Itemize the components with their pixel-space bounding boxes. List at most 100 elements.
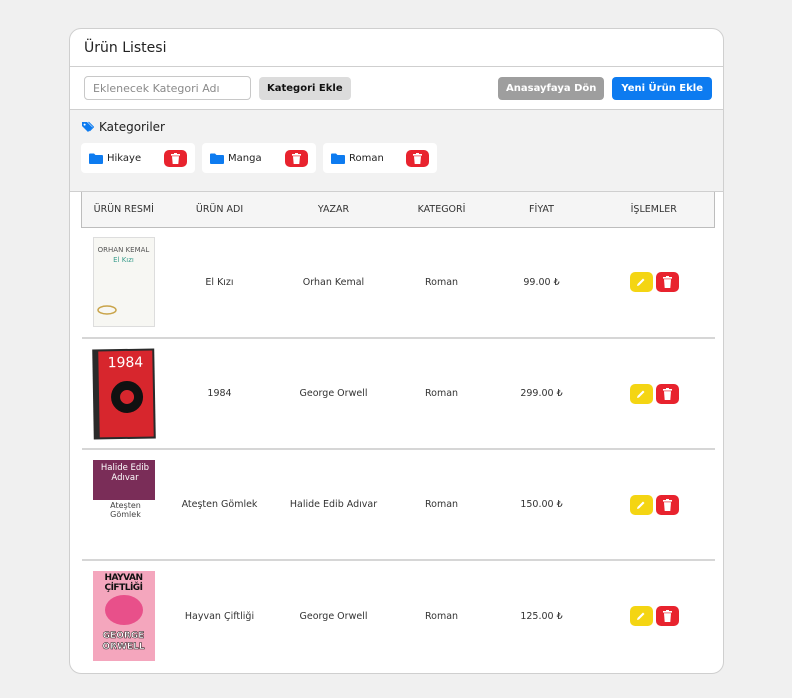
toolbar: Kategori Ekle Anasayfaya Dön Yeni Ürün E… [70, 67, 723, 110]
product-image-cell: HAYVAN ÇİFTLİĞİ GEORGE ORWELL [82, 560, 166, 671]
trash-icon [413, 152, 422, 164]
pencil-icon [637, 612, 645, 620]
product-table-wrapper: ÜRÜN RESMİ ÜRÜN ADI YAZAR KATEGORİ FİYAT… [70, 192, 723, 671]
delete-category-button[interactable] [285, 149, 308, 167]
cover-front: 1984 [97, 350, 154, 437]
product-category: Roman [393, 449, 490, 561]
actions-cell [594, 560, 715, 671]
product-name: Hayvan Çiftliği [184, 610, 255, 622]
product-author: George Orwell [273, 338, 394, 450]
column-header: ÜRÜN ADI [165, 192, 274, 228]
delete-button[interactable] [655, 494, 679, 515]
delete-button[interactable] [655, 606, 679, 626]
product-price: 299.00 ₺ [489, 338, 594, 450]
product-image: 1984 [91, 347, 156, 440]
folder-icon [331, 153, 345, 164]
cover-title: HAYVAN ÇİFTLİĞİ [104, 573, 143, 593]
category-item: Hikaye [81, 143, 195, 173]
table-row: ORHAN KEMAL El Kızı El Kızı Orhan Kemal … [81, 227, 715, 339]
trash-icon [662, 387, 672, 400]
product-image-cell: ORHAN KEMAL El Kızı [81, 227, 166, 339]
product-list-card: Ürün Listesi Kategori Ekle Anasayfaya Dö… [69, 28, 724, 674]
new-product-button[interactable]: Yeni Ürün Ekle [612, 76, 712, 100]
edit-button[interactable] [629, 272, 653, 293]
cover-title: 1984 [106, 354, 143, 371]
product-category: Roman [393, 338, 490, 450]
column-header: İŞLEMLER [593, 192, 715, 228]
product-name: El Kızı [165, 227, 274, 339]
actions-cell [593, 227, 715, 339]
row-actions [629, 606, 679, 626]
delete-category-button[interactable] [406, 149, 429, 167]
cover-graphic [110, 380, 143, 413]
card-header: Ürün Listesi [70, 29, 723, 67]
categories-heading-label: Kategoriler [99, 120, 165, 134]
column-header: ÜRÜN RESMİ [81, 192, 166, 228]
product-image: Halide Edib Adıvar Ateşten Gömlek [92, 459, 155, 550]
product-price: 125.00 ₺ [520, 610, 563, 622]
row-actions [629, 383, 679, 404]
product-image-cell: Halide Edib Adıvar Ateşten Gömlek [81, 449, 166, 561]
category-name-input[interactable] [84, 76, 251, 100]
cover-title: El Kızı [113, 256, 134, 265]
product-image: HAYVAN ÇİFTLİĞİ GEORGE ORWELL [92, 571, 155, 661]
trash-icon [292, 152, 301, 164]
product-category: Roman [393, 227, 490, 339]
table-row: 1984 1984 George Orwell Roman 299.00 ₺ [81, 338, 715, 450]
tag-icon [81, 121, 94, 133]
page-title: Ürün Listesi [84, 39, 167, 56]
category-item: Manga [202, 143, 316, 173]
trash-icon [171, 152, 180, 164]
edit-button[interactable] [629, 383, 653, 404]
table-header-row: ÜRÜN RESMİ ÜRÜN ADI YAZAR KATEGORİ FİYAT… [81, 192, 715, 228]
home-button[interactable]: Anasayfaya Dön [498, 76, 605, 100]
folder-icon [89, 153, 103, 164]
product-category: Roman [424, 610, 459, 622]
column-header: YAZAR [273, 192, 394, 228]
product-table: ÜRÜN RESMİ ÜRÜN ADI YAZAR KATEGORİ FİYAT… [81, 192, 715, 671]
actions-cell [593, 338, 715, 450]
cover-band: Halide Edib Adıvar [92, 459, 155, 500]
pencil-icon [637, 278, 645, 287]
cover-title: Ateşten Gömlek [110, 500, 141, 519]
product-name: 1984 [165, 338, 274, 450]
column-header: KATEGORİ [393, 192, 490, 228]
table-row: HAYVAN ÇİFTLİĞİ GEORGE ORWELL Hayvan Çif… [82, 560, 715, 671]
trash-icon [662, 498, 672, 511]
column-header: FİYAT [489, 192, 594, 228]
product-price: 99.00 ₺ [489, 227, 594, 339]
folder-icon [210, 153, 224, 164]
categories-section: Kategoriler Hikaye Manga Roman [70, 110, 723, 192]
delete-button[interactable] [655, 383, 679, 404]
categories-heading: Kategoriler [81, 120, 712, 134]
trash-icon [662, 276, 672, 289]
edit-button[interactable] [629, 606, 653, 626]
product-author: Halide Edib Adıvar [273, 449, 394, 561]
delete-button[interactable] [655, 272, 679, 293]
add-category-button[interactable]: Kategori Ekle [259, 76, 351, 100]
category-item-label: Roman [349, 152, 384, 164]
cover-author: Halide Edib Adıvar [100, 462, 150, 483]
row-actions [629, 494, 679, 515]
actions-cell [593, 449, 715, 561]
cover-graphic [104, 595, 143, 625]
category-item-label: Manga [228, 152, 262, 164]
delete-category-button[interactable] [164, 149, 187, 167]
cover-author: GEORGE ORWELL [102, 631, 145, 653]
category-list: Hikaye Manga Roman [81, 143, 712, 173]
category-item-label: Hikaye [107, 152, 142, 164]
trash-icon [662, 610, 672, 622]
product-price: 150.00 ₺ [489, 449, 594, 561]
edit-button[interactable] [629, 494, 653, 515]
pencil-icon [637, 501, 645, 509]
product-name: Ateşten Gömlek [165, 449, 274, 561]
pencil-icon [637, 390, 645, 398]
product-author: George Orwell [299, 610, 368, 622]
cover-author: ORHAN KEMAL [97, 246, 150, 255]
category-item: Roman [323, 143, 437, 173]
product-image-cell: 1984 [81, 338, 166, 450]
row-actions [629, 272, 679, 293]
table-row: Halide Edib Adıvar Ateşten Gömlek Ateşte… [81, 449, 715, 561]
product-image: ORHAN KEMAL El Kızı [92, 237, 155, 328]
product-author: Orhan Kemal [273, 227, 394, 339]
